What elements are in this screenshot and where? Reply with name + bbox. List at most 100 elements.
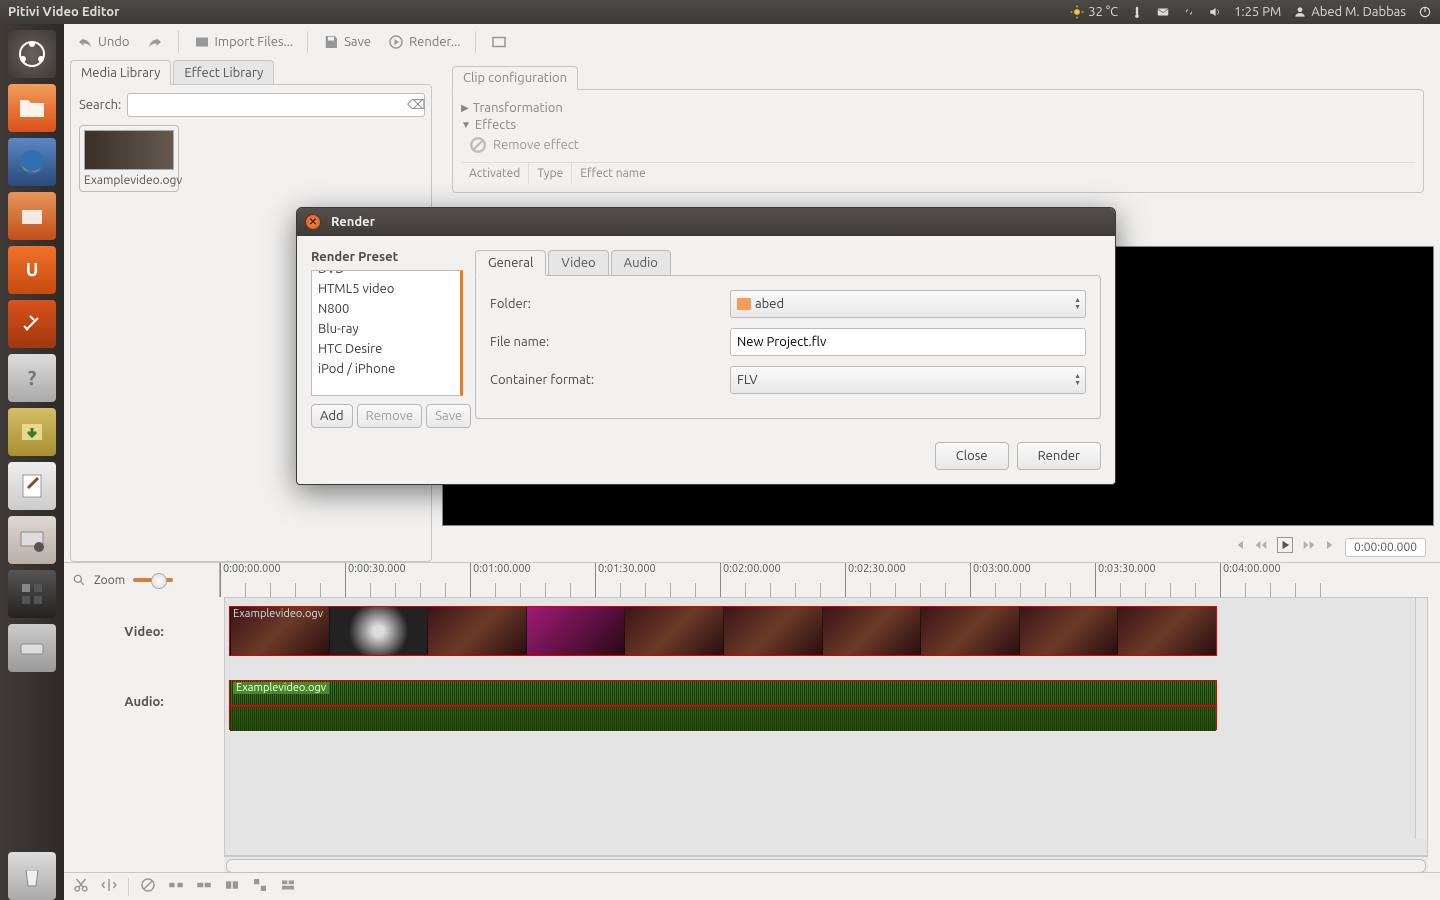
effects-table-header: Activated Type Effect name — [461, 162, 1415, 184]
clock[interactable]: 1:25 PM — [1234, 5, 1281, 19]
power-icon[interactable] — [1418, 5, 1432, 19]
dash-icon[interactable] — [8, 30, 56, 78]
user-menu[interactable]: Abed M. Dabbas — [1293, 5, 1406, 19]
ubuntu-one-icon[interactable]: U — [8, 246, 56, 294]
main-toolbar: Undo Import Files... Save Render... — [64, 24, 1440, 60]
ruler-mark: 0:03:30.000 — [1095, 563, 1156, 597]
search-label: Search: — [79, 98, 121, 112]
video-track-label: Video: — [64, 597, 224, 667]
unlink-tool-icon[interactable] — [167, 876, 185, 898]
timeline-hscroll[interactable] — [224, 856, 1428, 872]
timeline: Zoom 0:00:00.0000:00:30.0000:01:00.0000:… — [64, 562, 1440, 872]
timeline-vscroll[interactable] — [1415, 598, 1427, 839]
firefox-icon[interactable] — [8, 138, 56, 186]
group-tool-icon[interactable] — [223, 876, 241, 898]
timecode-display[interactable]: 0:00:00.000 — [1345, 538, 1426, 557]
rewind-icon[interactable] — [1253, 537, 1269, 557]
align-tool-icon[interactable] — [279, 876, 297, 898]
timeline-tracks[interactable]: Examplevideo.ogv Examplevideo.ogv — [224, 597, 1428, 856]
mail-icon[interactable] — [1156, 5, 1170, 19]
zoom-control[interactable]: Zoom — [64, 573, 219, 587]
media-item[interactable]: Examplevideo.ogv — [79, 125, 179, 192]
text-editor-icon[interactable] — [8, 462, 56, 510]
preset-item[interactable]: HTC Desire — [312, 339, 460, 359]
dialog-close-button[interactable]: Close — [935, 442, 1009, 470]
clear-search-icon[interactable]: ⌫ — [407, 98, 423, 113]
ruler-mark: 0:02:30.000 — [845, 563, 906, 597]
thermometer-icon[interactable] — [1130, 5, 1144, 19]
redo-button[interactable] — [140, 30, 170, 54]
preset-list[interactable]: DVDHTML5 videoN800Blu-rayHTC DesireiPod … — [311, 270, 463, 396]
preset-item[interactable]: DVD — [312, 270, 460, 279]
audio-clip[interactable]: Examplevideo.ogv — [229, 680, 1217, 730]
skip-fwd-icon[interactable] — [1323, 537, 1339, 557]
ruler-mark: 0:00:00.000 — [220, 563, 281, 597]
play-button[interactable] — [1275, 535, 1295, 559]
svg-text:?: ? — [28, 366, 37, 389]
remove-effect-button: Remove effect — [469, 136, 1415, 154]
skip-back-icon[interactable] — [1231, 537, 1247, 557]
workspace-icon[interactable] — [8, 570, 56, 618]
container-field[interactable]: FLV ▲▼ — [730, 366, 1086, 394]
tab-effect-library[interactable]: Effect Library — [173, 60, 274, 85]
software-center-icon[interactable] — [8, 192, 56, 240]
filename-label: File name: — [490, 335, 730, 349]
preset-item[interactable]: N800 — [312, 299, 460, 319]
filename-field[interactable] — [730, 328, 1086, 356]
ruler-mark: 0:04:00.000 — [1220, 563, 1281, 597]
pitivi-icon[interactable] — [8, 516, 56, 564]
bottom-toolbar — [64, 872, 1440, 900]
settings-icon[interactable] — [8, 300, 56, 348]
ungroup-tool-icon[interactable] — [251, 876, 269, 898]
top-panel: Pitivi Video Editor 32 °C 1:25 PM Abed M… — [0, 0, 1440, 24]
effects-expander[interactable]: ▼Effects — [461, 118, 1415, 132]
tab-audio[interactable]: Audio — [611, 250, 671, 276]
weather-indicator[interactable]: 32 °C — [1070, 5, 1118, 19]
video-clip[interactable]: Examplevideo.ogv — [229, 606, 1217, 656]
preset-item[interactable]: Blu-ray — [312, 319, 460, 339]
import-button[interactable]: Import Files... — [187, 30, 300, 54]
transformation-expander[interactable]: ▶Transformation — [461, 101, 1415, 115]
transport-controls: 0:00:00.000 — [442, 532, 1434, 562]
preset-add-button[interactable]: Add — [311, 404, 353, 428]
downloads-icon[interactable] — [8, 408, 56, 456]
tab-media-library[interactable]: Media Library — [70, 60, 171, 85]
cut-tool-icon[interactable] — [72, 876, 90, 898]
sun-icon — [1070, 5, 1084, 19]
drive-icon[interactable] — [8, 624, 56, 672]
folder-field[interactable]: abed ▲▼ — [730, 290, 1086, 318]
forward-icon[interactable] — [1301, 537, 1317, 557]
save-button[interactable]: Save — [316, 30, 377, 54]
tab-general[interactable]: General — [475, 250, 546, 276]
delete-tool-icon[interactable] — [139, 876, 157, 898]
search-input[interactable] — [127, 93, 425, 117]
tab-video[interactable]: Video — [548, 250, 608, 276]
dialog-titlebar[interactable]: ✕ Render — [297, 208, 1115, 236]
render-dialog: ✕ Render Render Preset DVDHTML5 videoN80… — [296, 207, 1116, 485]
folder-icon — [737, 298, 751, 310]
filename-input[interactable] — [737, 335, 1079, 349]
files-icon[interactable] — [8, 84, 56, 132]
ruler-mark: 0:02:00.000 — [720, 563, 781, 597]
preset-save-button: Save — [426, 404, 471, 428]
dialog-render-button[interactable]: Render — [1017, 442, 1101, 470]
split-tool-icon[interactable] — [100, 876, 118, 898]
preset-item[interactable]: HTML5 video — [312, 279, 460, 299]
undo-button[interactable]: Undo — [70, 30, 136, 54]
timeline-ruler[interactable]: 0:00:00.0000:00:30.0000:01:00.0000:01:30… — [219, 563, 1428, 597]
network-icon[interactable] — [1182, 5, 1196, 19]
clip-config-tab[interactable]: Clip configuration — [452, 66, 578, 90]
forbidden-icon — [469, 136, 487, 154]
trash-icon[interactable] — [8, 852, 56, 900]
ruler-mark: 0:01:30.000 — [595, 563, 656, 597]
close-icon[interactable]: ✕ — [305, 214, 321, 230]
help-icon[interactable]: ? — [8, 354, 56, 402]
zoom-slider[interactable] — [133, 578, 173, 582]
render-button[interactable]: Render... — [381, 30, 466, 54]
media-item-label: Examplevideo.ogv — [84, 174, 174, 187]
screenshot-button[interactable] — [484, 30, 514, 54]
volume-icon[interactable] — [1208, 5, 1222, 19]
folder-label: Folder: — [490, 297, 730, 311]
link-tool-icon[interactable] — [195, 876, 213, 898]
preset-item[interactable]: iPod / iPhone — [312, 359, 460, 379]
